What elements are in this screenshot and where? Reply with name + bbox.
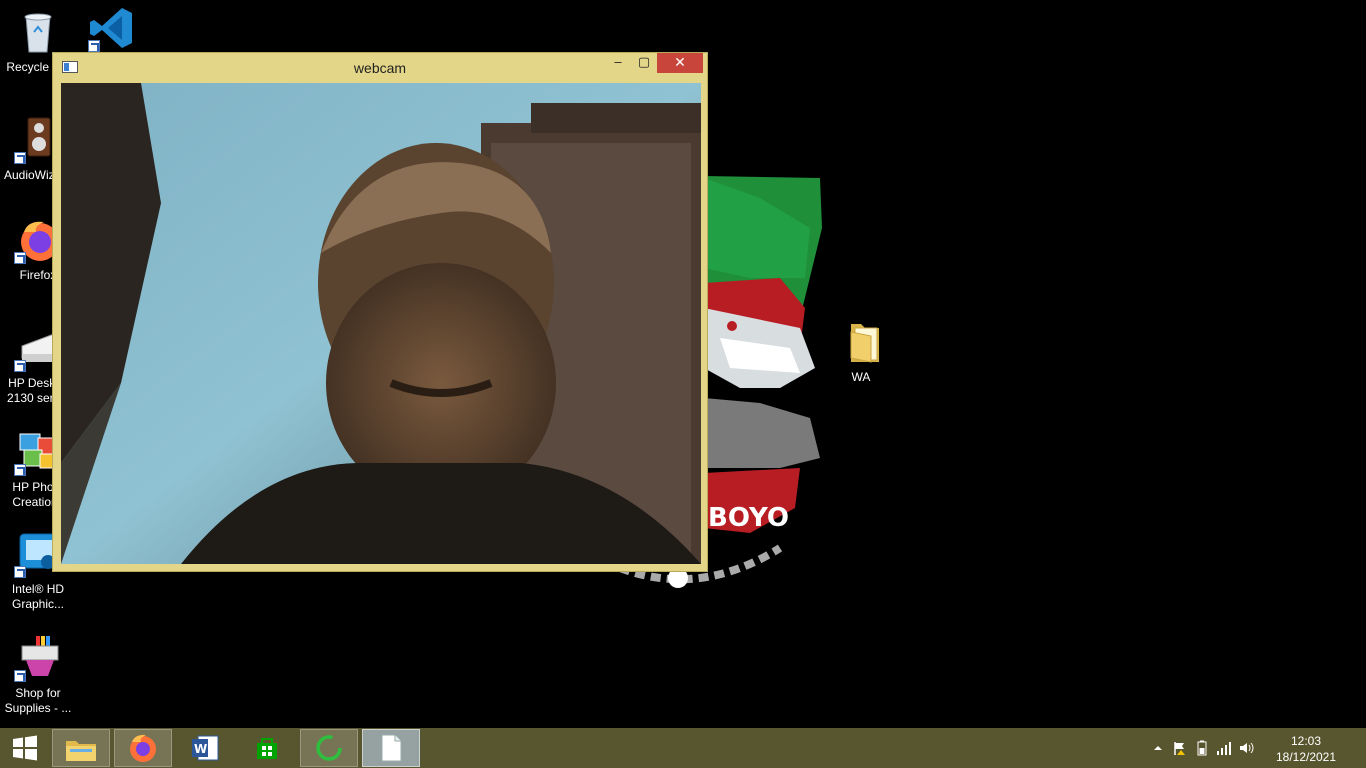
volume-icon[interactable] [1238,740,1254,756]
shortcut-arrow-icon [14,360,26,372]
desktop-icon-vscode[interactable] [74,4,150,56]
printer-supplies-icon [14,634,62,682]
battery-power-icon[interactable] [1194,740,1210,756]
webcam-image [61,83,701,564]
desktop-icon-wa-folder[interactable]: WA [823,318,899,385]
network-signal-icon[interactable] [1216,740,1232,756]
window-titlebar[interactable]: webcam – ▢ ✕ [53,53,707,83]
shortcut-arrow-icon [14,464,26,476]
desktop-icon-label: WA [851,370,871,384]
folder-icon [837,318,885,366]
clock-date[interactable]: 18/12/2021 [1266,750,1346,764]
shortcut-arrow-icon [14,252,26,264]
start-button[interactable] [0,729,50,767]
webcam-window[interactable]: webcam – ▢ ✕ [52,52,708,572]
maximize-button[interactable]: ▢ [631,53,657,73]
desktop-icon-shop-supplies[interactable]: Shop for Supplies - ... [0,634,76,716]
taskbar-word[interactable]: W [176,729,234,767]
taskbar-file-explorer[interactable] [52,729,110,767]
desktop-icon-label: Intel® HD Graphic... [11,582,65,611]
document-icon [381,734,402,762]
svg-text:W: W [194,742,207,756]
clock-time[interactable]: 12:03 [1266,734,1346,748]
vscode-icon [88,4,136,52]
webcam-video-feed [61,83,701,564]
windows-logo-icon [13,735,37,761]
taskbar-running-app[interactable] [300,729,358,767]
firefox-icon [130,734,156,762]
taskbar-webcam-app[interactable] [362,729,420,767]
loading-ring-icon [316,735,342,761]
shortcut-arrow-icon [14,670,26,682]
store-icon [257,738,277,759]
shortcut-arrow-icon [14,566,26,578]
desktop: BOYO Recycle Bin AudioWizard Firefox HP … [0,0,1366,728]
file-explorer-icon [66,741,96,761]
word-icon: W [192,735,219,761]
system-tray: 12:03 18/12/2021 [1146,728,1366,768]
show-hidden-icons-icon[interactable] [1150,740,1166,756]
taskbar-store[interactable] [238,729,296,767]
recycle-bin-icon [14,8,62,56]
action-center-flag-icon[interactable] [1172,740,1188,756]
taskbar: W 12:03 18/12/2021 [0,728,1366,768]
shortcut-arrow-icon [88,40,100,52]
taskbar-firefox[interactable] [114,729,172,767]
shortcut-arrow-icon [14,152,26,164]
desktop-icon-label: Shop for Supplies - ... [4,686,72,715]
minimize-button[interactable]: – [605,53,631,73]
close-button[interactable]: ✕ [657,53,703,73]
wallpaper-text: BOYO [708,503,789,533]
